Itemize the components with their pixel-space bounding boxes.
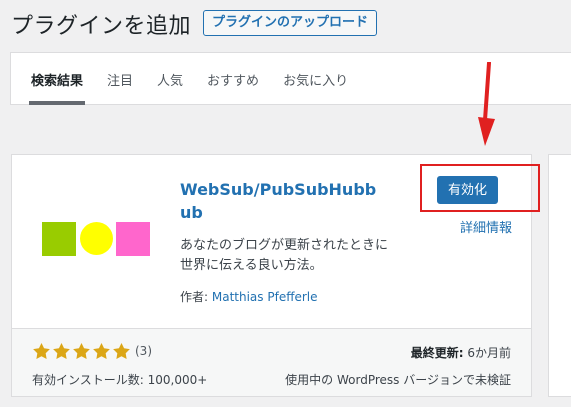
- red-arrow-icon: [478, 62, 495, 146]
- yellow-circle-icon: [80, 222, 113, 255]
- compatibility-note: 使用中の WordPress バージョンで未検証: [285, 373, 511, 387]
- plugin-card-footer: (3) 有効インストール数: 100,000+ 最終更新: 6か月前 使用中の …: [12, 328, 531, 396]
- plugin-icon[interactable]: [28, 185, 156, 313]
- upload-plugin-button[interactable]: プラグインのアップロード: [203, 10, 378, 36]
- next-plugin-card: [548, 154, 571, 397]
- author-link[interactable]: Matthias Pfefferle: [212, 290, 318, 304]
- plugin-name-link[interactable]: WebSub/PubSubHubbub: [180, 178, 380, 224]
- tab-featured[interactable]: 注目: [107, 53, 133, 104]
- pink-square-icon: [116, 222, 150, 256]
- activate-button[interactable]: 有効化: [437, 176, 499, 204]
- green-square-icon: [42, 222, 76, 256]
- star-icon: [93, 342, 110, 360]
- author-label: 作者:: [180, 290, 209, 304]
- rating-count[interactable]: (3): [135, 344, 152, 358]
- tab-search-results[interactable]: 検索結果: [28, 53, 86, 105]
- star-icon: [53, 342, 70, 360]
- more-details-link[interactable]: 詳細情報: [460, 217, 512, 236]
- last-updated: 最終更新: 6か月前: [411, 344, 511, 361]
- plugin-author: 作者: Matthias Pfefferle: [180, 288, 318, 305]
- star-icon: [33, 342, 50, 360]
- active-installs: 有効インストール数: 100,000+: [32, 373, 208, 387]
- last-updated-label: 最終更新:: [410, 346, 464, 360]
- last-updated-value: 6か月前: [467, 346, 511, 360]
- star-rating: [32, 342, 131, 361]
- star-icon: [73, 342, 90, 360]
- star-icon: [113, 342, 130, 360]
- plugin-card: WebSub/PubSubHubbub 有効化 詳細情報 あなたのブログが更新さ…: [11, 154, 540, 397]
- tab-favorites[interactable]: お気に入り: [283, 53, 348, 104]
- tab-recommended[interactable]: おすすめ: [207, 53, 259, 104]
- tab-popular[interactable]: 人気: [157, 53, 183, 104]
- page-title: プラグインを追加: [11, 14, 192, 39]
- plugin-description: あなたのブログが更新されたときに世界に伝える良い方法。: [180, 238, 389, 273]
